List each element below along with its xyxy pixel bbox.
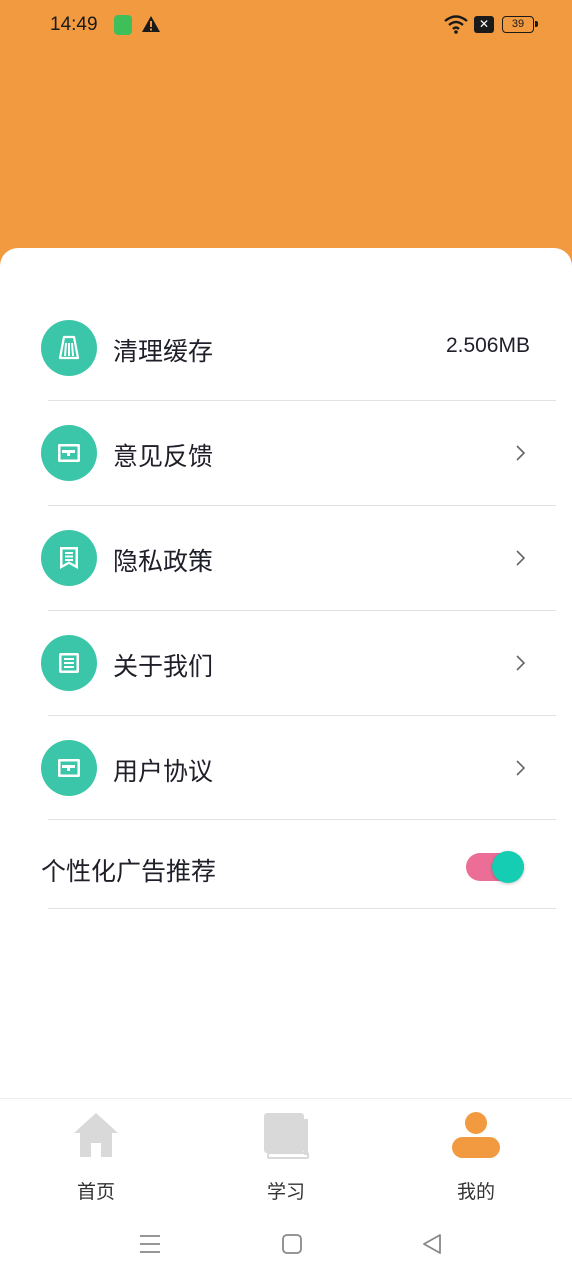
settings-item-user-agreement[interactable]: 用户协议 [0, 716, 572, 820]
settings-item-label: 意见反馈 [113, 442, 214, 471]
tab-study[interactable]: 学习 [226, 1099, 346, 1211]
chevron-right-icon [516, 550, 526, 566]
settings-item-label: 关于我们 [113, 652, 214, 681]
ad-personalization-row: 个性化广告推荐 [0, 820, 572, 908]
profile-icon [452, 1112, 500, 1158]
settings-item-privacy-policy[interactable]: 隐私政策 [0, 506, 572, 610]
home-nav-icon[interactable] [281, 1232, 303, 1256]
chevron-right-icon [516, 445, 526, 461]
feedback-icon [41, 425, 97, 481]
settings-item-label: 清理缓存 [113, 337, 214, 366]
toggle-knob [492, 851, 524, 883]
agreement-icon [41, 740, 97, 796]
status-time: 14:49 [50, 14, 98, 35]
tab-label: 学习 [266, 1181, 305, 1203]
tab-label: 我的 [456, 1181, 495, 1203]
ad-personalization-toggle[interactable] [466, 851, 526, 883]
ad-personalization-label: 个性化广告推荐 [41, 857, 217, 886]
settings-item-about-us[interactable]: 关于我们 [0, 611, 572, 715]
system-nav-bar [0, 1210, 572, 1280]
app-notification-icon [114, 15, 132, 35]
cache-size-value: 2.506MB [445, 334, 530, 357]
menu-nav-icon[interactable] [139, 1232, 161, 1256]
battery-icon: 39 [502, 16, 538, 33]
chevron-right-icon [516, 655, 526, 671]
settings-card: 清理缓存 2.506MB 意见反馈 隐私政策 关于我们 用户协议 个性化广告推荐 [0, 248, 572, 1100]
book-icon [264, 1113, 309, 1159]
tab-home[interactable]: 首页 [36, 1099, 156, 1211]
no-sim-icon: ✕ [474, 16, 494, 33]
tab-label: 首页 [76, 1181, 115, 1203]
bottom-tab-bar: 首页 学习 我的 [0, 1098, 572, 1211]
back-nav-icon[interactable] [421, 1232, 443, 1256]
about-icon [41, 635, 97, 691]
settings-item-label: 用户协议 [113, 757, 214, 786]
status-bar: 14:49 ✕ 39 [0, 0, 572, 52]
warning-icon [142, 16, 160, 32]
policy-icon [41, 530, 97, 586]
broom-icon [41, 320, 97, 376]
home-icon [74, 1113, 118, 1157]
wifi-icon [444, 15, 468, 34]
settings-item-feedback[interactable]: 意见反馈 [0, 401, 572, 505]
chevron-right-icon [516, 760, 526, 776]
settings-item-label: 隐私政策 [113, 547, 214, 576]
tab-mine[interactable]: 我的 [416, 1099, 536, 1211]
divider [48, 908, 556, 909]
settings-item-clear-cache[interactable]: 清理缓存 2.506MB [0, 296, 572, 400]
